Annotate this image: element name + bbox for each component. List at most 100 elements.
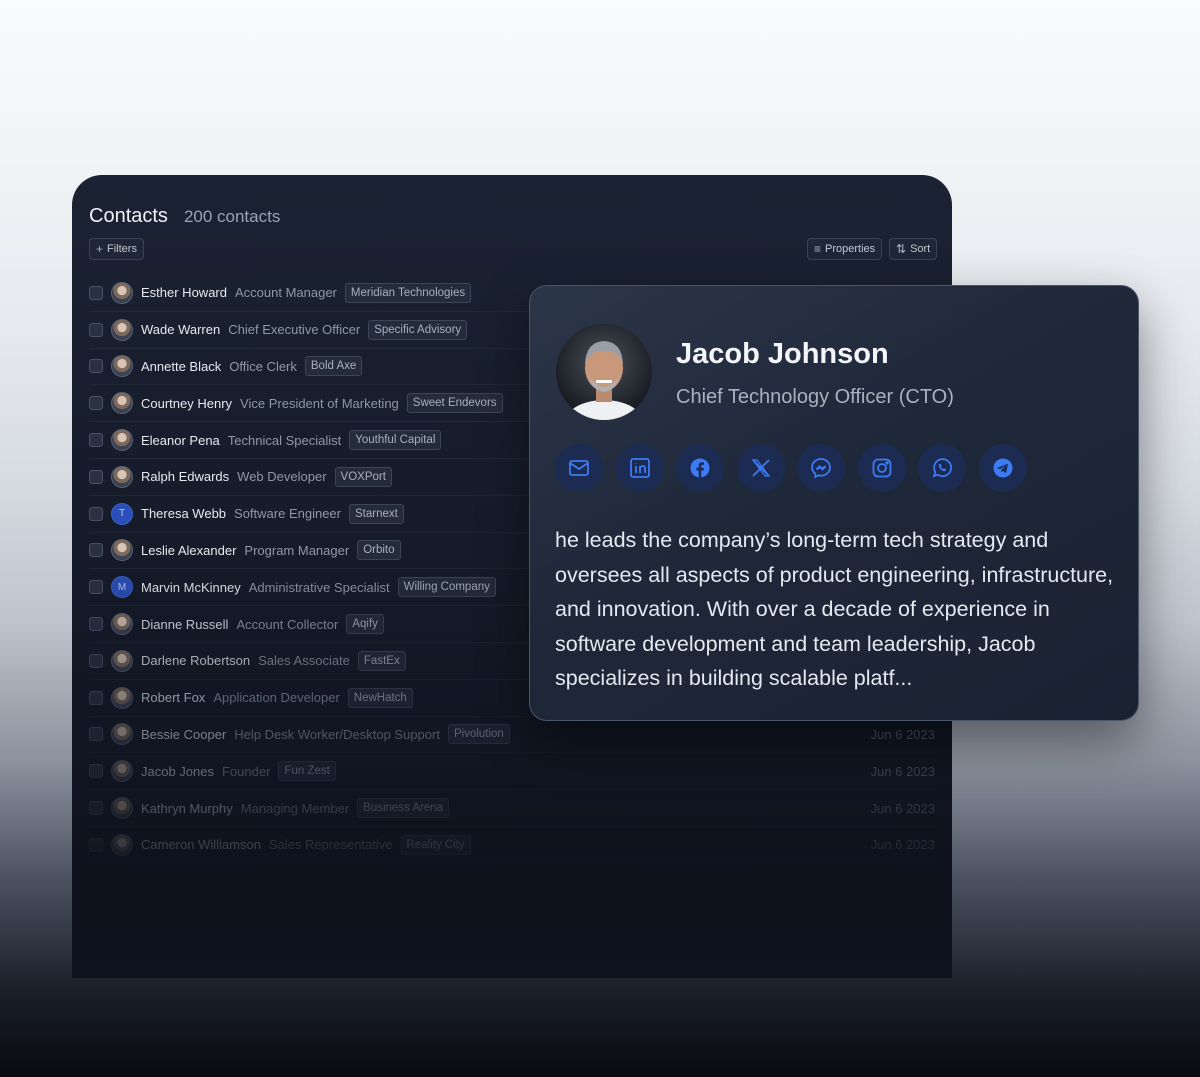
- company-badge[interactable]: VOXPort: [334, 466, 392, 487]
- avatar: [111, 465, 133, 488]
- list-icon: ≡: [814, 242, 822, 256]
- company-badge[interactable]: Aqify: [346, 614, 384, 635]
- contact-title: Software Engineer: [234, 506, 341, 522]
- email-link[interactable]: [555, 444, 603, 492]
- telegram-link[interactable]: [978, 444, 1027, 492]
- contact-name[interactable]: Leslie Alexander: [141, 543, 236, 558]
- row-checkbox[interactable]: [89, 285, 103, 300]
- company-badge[interactable]: Pivolution: [447, 724, 510, 745]
- instagram-link[interactable]: [857, 444, 906, 492]
- contact-title: Managing Member: [240, 800, 350, 816]
- contact-name[interactable]: Esther Howard: [141, 285, 227, 300]
- contact-title: Administrative Specialist: [248, 579, 390, 595]
- contact-name[interactable]: Ralph Edwards: [141, 469, 229, 484]
- table-row[interactable]: Kathryn Murphy Managing Member Business Ar…: [89, 790, 935, 827]
- contact-name[interactable]: Jacob Jones: [141, 764, 214, 779]
- avatar: [111, 649, 133, 672]
- contact-title: Web Developer: [237, 469, 327, 485]
- email-icon: [569, 460, 589, 476]
- avatar: [111, 429, 133, 452]
- row-checkbox[interactable]: [89, 433, 103, 448]
- row-checkbox[interactable]: [89, 543, 103, 558]
- facebook-link[interactable]: [676, 444, 724, 492]
- row-checkbox[interactable]: [89, 690, 103, 705]
- company-badge[interactable]: FastEx: [357, 650, 406, 671]
- x-link[interactable]: [736, 444, 785, 492]
- row-checkbox[interactable]: [89, 580, 103, 595]
- sort-button[interactable]: ⇅ Sort: [889, 238, 938, 260]
- table-row[interactable]: Cameron Williamson Sales Representative Re…: [89, 827, 935, 864]
- contact-name[interactable]: Cameron Williamson: [141, 837, 261, 852]
- company-badge[interactable]: Sweet Endevors: [406, 393, 503, 414]
- filters-button[interactable]: + Filters: [89, 238, 144, 260]
- contact-name[interactable]: Marvin McKinney: [141, 580, 241, 595]
- table-row[interactable]: Bessie Cooper Help Desk Worker/Desktop Su…: [89, 717, 935, 754]
- page-title: Contacts: [89, 205, 168, 227]
- avatar: [111, 539, 133, 562]
- row-checkbox[interactable]: [89, 506, 103, 521]
- avatar: [111, 760, 133, 783]
- contact-name[interactable]: Darlene Robertson: [141, 653, 250, 668]
- contact-name[interactable]: Annette Black: [141, 359, 221, 374]
- row-checkbox[interactable]: [89, 469, 103, 484]
- company-badge[interactable]: Business Arena: [357, 798, 450, 819]
- row-checkbox[interactable]: [89, 837, 103, 852]
- row-checkbox[interactable]: [89, 653, 103, 668]
- profile-avatar: [556, 324, 652, 420]
- whatsapp-link[interactable]: [918, 444, 966, 492]
- instagram-icon: [872, 458, 891, 478]
- avatar: M: [111, 576, 133, 599]
- linkedin-link[interactable]: [615, 444, 664, 492]
- row-checkbox[interactable]: [89, 764, 103, 779]
- facebook-icon: [690, 458, 710, 478]
- row-checkbox[interactable]: [89, 396, 103, 411]
- row-checkbox[interactable]: [89, 617, 103, 632]
- contact-title: Help Desk Worker/Desktop Support: [234, 726, 440, 742]
- avatar: [111, 318, 133, 341]
- avatar: T: [111, 502, 133, 525]
- contact-title: Program Manager: [244, 542, 350, 558]
- contact-profile-card: Jacob Johnson Chief Technology Officer (…: [529, 285, 1139, 721]
- company-badge[interactable]: Reality City: [400, 834, 471, 855]
- row-checkbox[interactable]: [89, 322, 103, 337]
- contact-name[interactable]: Dianne Russell: [141, 617, 228, 632]
- company-badge[interactable]: Starnext: [348, 503, 404, 524]
- company-badge[interactable]: Fun Zest: [278, 761, 336, 782]
- row-checkbox[interactable]: [89, 727, 103, 742]
- x-icon: [751, 459, 770, 477]
- contact-date: Jun 6 2023: [870, 837, 935, 853]
- plus-icon: +: [96, 242, 104, 256]
- contact-name[interactable]: Theresa Webb: [141, 506, 226, 521]
- contact-title: Vice President of Marketing: [240, 395, 399, 411]
- company-badge[interactable]: Willing Company: [397, 577, 496, 598]
- company-badge[interactable]: NewHatch: [347, 687, 413, 708]
- contact-name[interactable]: Courtney Henry: [141, 396, 232, 411]
- contact-name[interactable]: Wade Warren: [141, 322, 220, 337]
- profile-bio: he leads the company’s long-term tech st…: [555, 528, 1114, 691]
- company-badge[interactable]: Orbito: [357, 540, 401, 561]
- avatar: [111, 723, 133, 746]
- contact-title: Chief Executive Officer: [228, 322, 361, 338]
- profile-role: Chief Technology Officer (CTO): [676, 386, 954, 408]
- company-badge[interactable]: Bold Axe: [304, 356, 363, 377]
- contact-name[interactable]: Kathryn Murphy: [141, 801, 233, 816]
- messenger-link[interactable]: [797, 444, 845, 492]
- contact-title: Office Clerk: [229, 358, 297, 374]
- messenger-icon: [811, 458, 831, 479]
- company-badge[interactable]: Specific Advisory: [368, 319, 468, 340]
- properties-button[interactable]: ≡ Properties: [807, 238, 883, 260]
- contact-name[interactable]: Bessie Cooper: [141, 727, 226, 742]
- row-checkbox[interactable]: [89, 801, 103, 816]
- contact-title: Sales Representative: [268, 837, 393, 853]
- table-row[interactable]: Jacob Jones Founder Fun Zest Jun 6 2023: [89, 753, 935, 791]
- row-checkbox[interactable]: [89, 359, 103, 374]
- contact-name[interactable]: Robert Fox: [141, 690, 205, 705]
- contact-name[interactable]: Eleanor Pena: [141, 433, 220, 448]
- whatsapp-icon: [932, 458, 952, 478]
- contact-title: Application Developer: [213, 690, 340, 706]
- company-badge[interactable]: Youthful Capital: [349, 430, 442, 451]
- linkedin-icon: [629, 458, 650, 478]
- company-badge[interactable]: Meridian Technologies: [344, 282, 472, 303]
- avatar: [111, 392, 133, 415]
- avatar: [111, 833, 133, 856]
